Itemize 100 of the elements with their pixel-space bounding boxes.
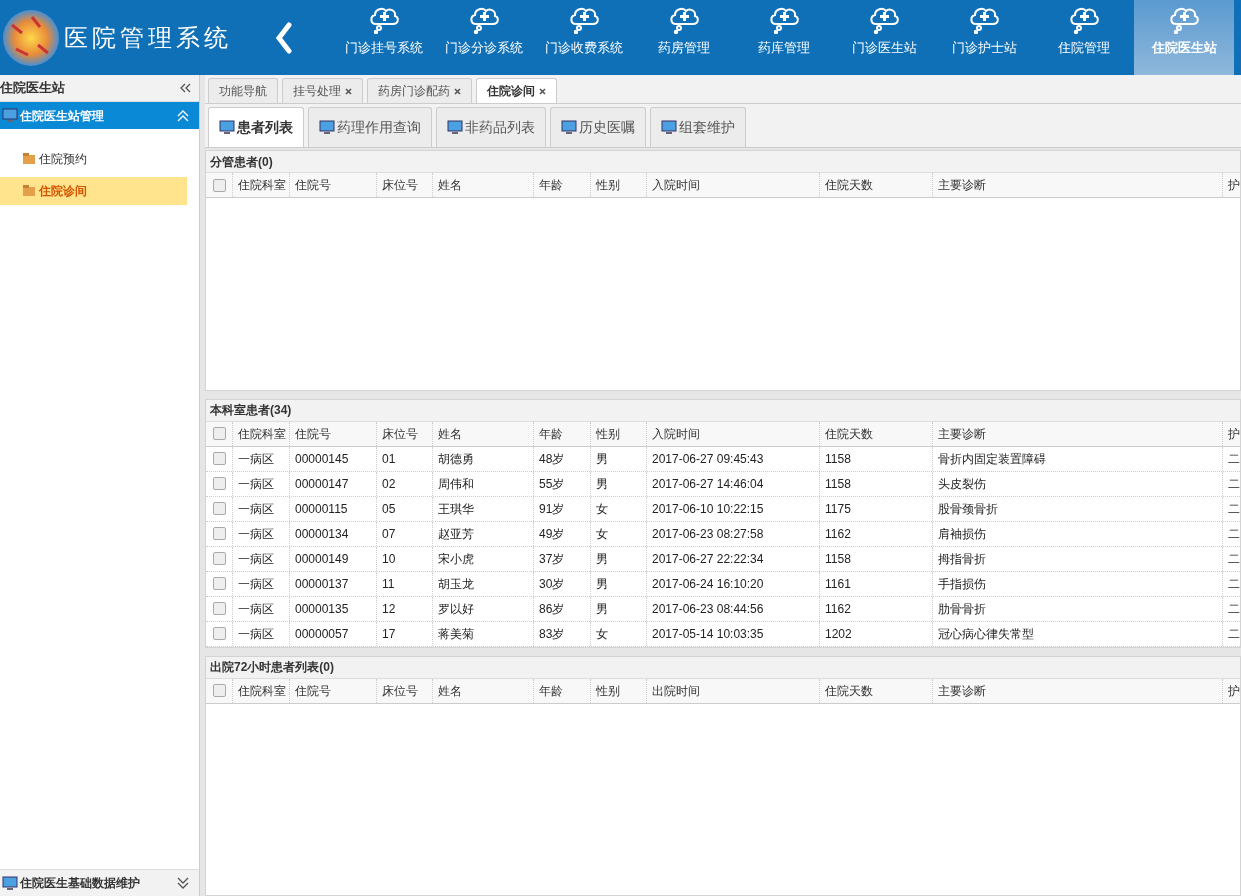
collapse-icon[interactable] [180, 83, 191, 93]
module-tab[interactable]: 门诊医生站 [834, 0, 934, 75]
checkbox[interactable] [212, 627, 226, 640]
module-tab[interactable]: 住院管理 [1034, 0, 1134, 75]
column-header[interactable]: 姓名 [438, 681, 462, 700]
column-header[interactable]: 主要诊断 [938, 681, 986, 700]
table-cell-text: 2017-06-27 22:22:34 [652, 550, 764, 568]
column-header[interactable]: 住院天数 [825, 424, 873, 443]
column-header[interactable]: 护 [1228, 681, 1240, 700]
table-cell-text: 男 [596, 575, 608, 593]
table-cell-text: 二 [1228, 525, 1240, 543]
close-icon[interactable] [454, 87, 461, 95]
page-tab[interactable]: 住院诊间 [476, 78, 557, 103]
table-cell-text: 女 [596, 625, 608, 643]
table-cell-text: 胡玉龙 [438, 575, 474, 593]
table-cell-text: 一病区 [238, 600, 274, 618]
module-tab[interactable]: 门诊挂号系统 [334, 0, 434, 75]
checkbox[interactable] [212, 502, 226, 515]
checkbox[interactable] [212, 684, 226, 697]
table-cell-text: 二 [1228, 550, 1240, 568]
column-header[interactable]: 年龄 [539, 681, 563, 700]
table-cell-text: 肩袖损伤 [938, 525, 986, 543]
column-header[interactable]: 性别 [596, 681, 620, 700]
module-tab[interactable]: 门诊收费系统 [534, 0, 634, 75]
checkbox[interactable] [212, 602, 226, 615]
table-cell-text: 头皮裂伤 [938, 475, 986, 493]
table-cell-text: 86岁 [539, 600, 565, 618]
table-cell-text: 2017-06-23 08:44:56 [652, 600, 764, 618]
checkbox[interactable] [212, 178, 226, 192]
column-header[interactable]: 护 [1228, 424, 1240, 443]
column-header[interactable]: 床位号 [382, 681, 418, 700]
monitor-icon [2, 875, 18, 891]
column-header[interactable]: 住院天数 [825, 681, 873, 700]
panel-title: 分管患者(0) [210, 153, 273, 171]
column-header[interactable]: 主要诊断 [938, 176, 986, 194]
table-cell-text: 1161 [825, 575, 851, 593]
column-header[interactable]: 年龄 [539, 176, 563, 194]
sub-tab[interactable]: 组套维护 [650, 107, 746, 147]
checkbox[interactable] [212, 477, 226, 490]
table-cell-text: 83岁 [539, 625, 565, 643]
table-cell-text: 37岁 [539, 550, 565, 568]
checkbox[interactable] [212, 552, 226, 565]
sub-tab[interactable]: 非药品列表 [436, 107, 546, 147]
monitor-icon [219, 120, 235, 135]
module-tab[interactable]: 药房管理 [634, 0, 734, 75]
column-header[interactable]: 出院时间 [652, 681, 700, 700]
column-header[interactable]: 住院科室 [238, 681, 286, 700]
sub-tab[interactable]: 历史医嘱 [550, 107, 646, 147]
page-tab[interactable]: 挂号处理 [282, 78, 363, 103]
page-tab[interactable]: 药房门诊配药 [367, 78, 472, 103]
column-header[interactable]: 年龄 [539, 424, 563, 443]
module-tab[interactable]: 门诊分诊系统 [434, 0, 534, 75]
table-cell-text: 2017-06-23 08:27:58 [652, 525, 764, 543]
column-header[interactable]: 性别 [596, 424, 620, 443]
column-header[interactable]: 性别 [596, 176, 620, 194]
module-tab[interactable]: 门诊护士站 [934, 0, 1034, 75]
column-header[interactable]: 姓名 [438, 176, 462, 194]
cloud-plus-icon [1167, 5, 1201, 34]
sub-tab[interactable]: 药理作用查询 [308, 107, 432, 147]
column-header[interactable]: 护 [1228, 176, 1240, 194]
module-tab[interactable]: 药库管理 [734, 0, 834, 75]
column-header[interactable]: 床位号 [382, 424, 418, 443]
cloud-plus-icon [667, 5, 701, 34]
column-header[interactable]: 住院号 [295, 424, 331, 443]
column-header[interactable]: 住院科室 [238, 176, 286, 194]
column-header[interactable]: 住院号 [295, 176, 331, 194]
cloud-plus-icon [1067, 5, 1101, 34]
column-header[interactable]: 住院科室 [238, 424, 286, 443]
table-cell-text: 48岁 [539, 450, 565, 468]
close-icon[interactable] [539, 87, 546, 95]
column-header[interactable]: 姓名 [438, 424, 462, 443]
column-header[interactable]: 主要诊断 [938, 424, 986, 443]
table-cell-text: 骨折内固定装置障碍 [938, 450, 1046, 468]
table-cell-text: 罗以好 [438, 600, 474, 618]
page-tab[interactable]: 功能导航 [208, 78, 278, 103]
close-icon[interactable] [345, 87, 352, 95]
column-header[interactable]: 床位号 [382, 176, 418, 194]
checkbox[interactable] [212, 577, 226, 590]
checkbox[interactable] [212, 527, 226, 540]
sub-tab[interactable]: 患者列表 [208, 107, 304, 147]
chevron-left-icon[interactable] [274, 21, 294, 54]
table-cell-text: 二 [1228, 625, 1240, 643]
table-cell-text: 05 [382, 500, 396, 518]
table-cell-text: 00000147 [295, 475, 349, 493]
checkbox[interactable] [212, 427, 226, 440]
nav-item[interactable]: 住院预约 [0, 145, 187, 173]
column-header[interactable]: 入院时间 [652, 176, 700, 194]
table-cell-text: 2017-06-27 09:45:43 [652, 450, 764, 468]
column-header[interactable]: 住院号 [295, 681, 331, 700]
table-cell-text: 02 [382, 475, 396, 493]
table-cell-text: 1162 [825, 600, 851, 618]
column-header[interactable]: 住院天数 [825, 176, 873, 194]
table-cell-text: 女 [596, 525, 608, 543]
table-cell-text: 1202 [825, 625, 852, 643]
accordion-header[interactable]: 住院医生基础数据维护 [0, 869, 199, 896]
accordion-header[interactable]: 住院医生站管理 [0, 102, 199, 129]
table-cell-text: 拇指骨折 [938, 550, 986, 568]
column-header[interactable]: 入院时间 [652, 424, 700, 443]
table-cell-text: 2017-06-10 10:22:15 [652, 500, 764, 518]
checkbox[interactable] [212, 452, 226, 465]
